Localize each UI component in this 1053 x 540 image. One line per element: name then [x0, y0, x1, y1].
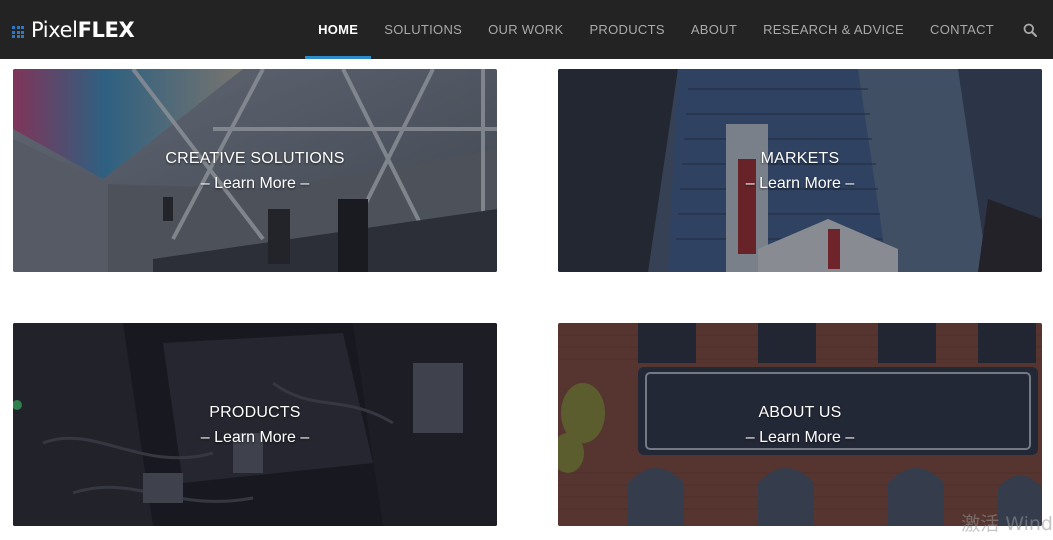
nav-item-our-work[interactable]: OUR WORK: [475, 0, 576, 59]
learn-more-link[interactable]: – Learn More –: [558, 171, 1042, 196]
tile-markets[interactable]: MARKETS – Learn More –: [558, 69, 1042, 272]
tile-caption: MARKETS – Learn More –: [558, 146, 1042, 196]
nav-item-solutions[interactable]: SOLUTIONS: [371, 0, 475, 59]
learn-more-link[interactable]: – Learn More –: [13, 425, 497, 450]
tile-about-us[interactable]: ABOUT US – Learn More –: [558, 323, 1042, 526]
search-icon: [1023, 23, 1037, 37]
nav-item-home[interactable]: HOME: [305, 0, 372, 59]
learn-more-link[interactable]: – Learn More –: [558, 425, 1042, 450]
learn-more-link[interactable]: – Learn More –: [13, 171, 497, 196]
nav-item-research-advice[interactable]: RESEARCH & ADVICE: [750, 0, 917, 59]
logo-dots-icon: [12, 26, 24, 38]
nav-item-products[interactable]: PRODUCTS: [576, 0, 677, 59]
logo-wordmark: PixelFLEX: [31, 18, 135, 42]
nav-item-about[interactable]: ABOUT: [678, 0, 750, 59]
tile-caption: CREATIVE SOLUTIONS – Learn More –: [13, 146, 497, 196]
tile-caption: ABOUT US – Learn More –: [558, 400, 1042, 450]
tile-products[interactable]: PRODUCTS – Learn More –: [13, 323, 497, 526]
tile-creative-solutions[interactable]: CREATIVE SOLUTIONS – Learn More –: [13, 69, 497, 272]
search-button[interactable]: [1007, 0, 1053, 59]
tile-title: ABOUT US: [758, 403, 842, 421]
nav-item-contact[interactable]: CONTACT: [917, 0, 1007, 59]
pixelflex-logo[interactable]: PixelFLEX: [12, 16, 135, 44]
tile-title: CREATIVE SOLUTIONS: [165, 149, 345, 167]
tile-title: MARKETS: [760, 149, 840, 167]
site-header: PixelFLEX HOME SOLUTIONS OUR WORK PRODUC…: [0, 0, 1053, 59]
main-nav: HOME SOLUTIONS OUR WORK PRODUCTS ABOUT R…: [305, 0, 1053, 59]
activation-watermark: 激活 Wind: [961, 513, 1053, 535]
tile-caption: PRODUCTS – Learn More –: [13, 400, 497, 450]
tile-title: PRODUCTS: [209, 403, 301, 421]
